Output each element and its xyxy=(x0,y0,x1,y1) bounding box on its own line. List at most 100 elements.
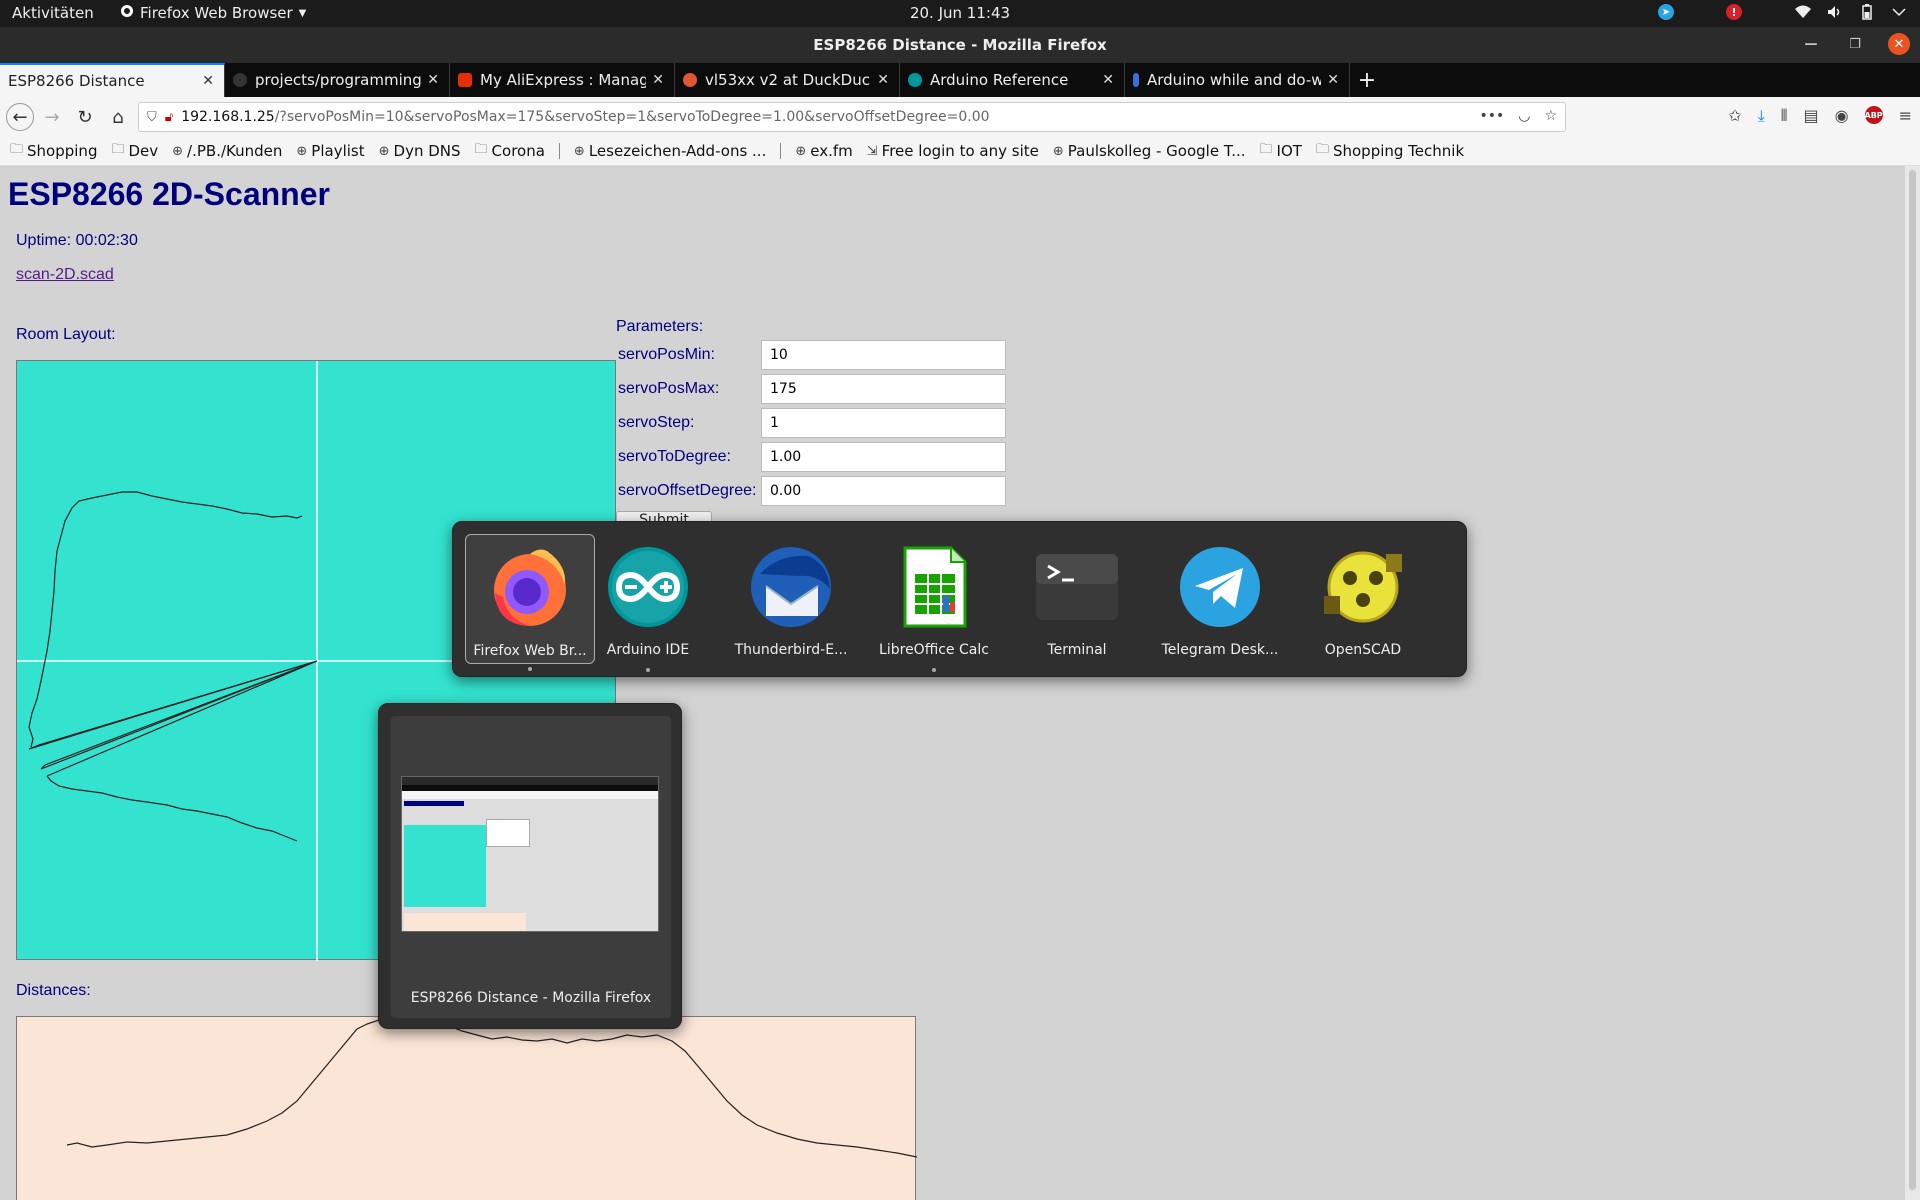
tab-close-icon[interactable]: ✕ xyxy=(652,72,664,88)
tab-aliexpress[interactable]: My AliExpress : Manage O ✕ xyxy=(450,63,675,97)
downloads-icon[interactable]: ⤓ xyxy=(1758,106,1765,126)
bookmark-playlist[interactable]: ⊕ Playlist xyxy=(296,142,364,160)
switcher-app-terminal[interactable]: Terminal xyxy=(1012,534,1142,664)
sidebar-icon[interactable]: ▤ xyxy=(1804,106,1819,126)
servo-step-label: servoStep: xyxy=(618,414,695,431)
pin-icon xyxy=(1133,73,1139,87)
page-actions-icon[interactable]: ••• xyxy=(1479,108,1504,124)
switcher-app-openscad[interactable]: OpenSCAD xyxy=(1298,534,1428,664)
tab-label: My AliExpress : Manage O xyxy=(480,71,646,89)
tab-esp8266-distance[interactable]: ESP8266 Distance ✕ xyxy=(0,63,225,97)
activities-button[interactable]: Aktivitäten xyxy=(12,4,94,22)
param-row-servo-pos-max: servoPosMax: xyxy=(616,374,1006,404)
bookmark-label: ex.fm xyxy=(810,142,853,160)
close-window-button[interactable]: ✕ xyxy=(1888,33,1910,55)
bookmarks-menu-icon[interactable]: ✩ xyxy=(1728,106,1741,126)
param-row-servo-pos-min: servoPosMin: xyxy=(616,340,1006,370)
maximize-button[interactable]: ❐ xyxy=(1844,33,1866,55)
power-menu-icon[interactable] xyxy=(1890,3,1908,21)
volume-icon[interactable] xyxy=(1826,3,1844,21)
bookmark-dev[interactable]: 🗀 Dev xyxy=(111,140,158,162)
tab-close-icon[interactable]: ✕ xyxy=(202,73,214,89)
bookmark-shopping[interactable]: 🗀 Shopping xyxy=(10,140,97,162)
bookmark-label: Free login to any site xyxy=(881,142,1039,160)
tab-arduino-reference[interactable]: Arduino Reference ✕ xyxy=(900,63,1125,97)
clock[interactable]: 20. Jun 11:43 xyxy=(910,4,1010,22)
adblock-icon[interactable]: ABP xyxy=(1865,106,1883,124)
terminal-icon xyxy=(1032,542,1122,632)
tab-arduino-while[interactable]: Arduino while and do-wh ✕ xyxy=(1125,63,1350,97)
servo-offset-degree-input[interactable] xyxy=(761,476,1006,506)
param-row-servo-to-degree: servoToDegree: xyxy=(616,442,1006,472)
page-scrollbar[interactable] xyxy=(1905,166,1920,1200)
servo-pos-min-input[interactable] xyxy=(761,340,1006,370)
window-preview-popup: ESP8266 Distance - Mozilla Firefox xyxy=(378,703,682,1029)
scad-file-link[interactable]: scan-2D.scad xyxy=(16,266,114,284)
window-preview-item[interactable]: ESP8266 Distance - Mozilla Firefox xyxy=(391,716,671,1018)
distances-label: Distances: xyxy=(16,982,91,999)
tab-close-icon[interactable]: ✕ xyxy=(877,72,889,88)
globe-icon: ⊕ xyxy=(378,143,390,159)
switcher-app-telegram[interactable]: Telegram Desk... xyxy=(1155,534,1285,664)
bookmark-label: Lesezeichen-Add-ons ... xyxy=(588,142,767,160)
bookmark-corona[interactable]: 🗀 Corona xyxy=(475,140,545,162)
servo-pos-max-input[interactable] xyxy=(761,374,1006,404)
bookmark-shopping-technik[interactable]: 🗀 Shopping Technik xyxy=(1316,140,1464,162)
tab-label: Arduino Reference xyxy=(930,71,1069,89)
bookmark-label: /.PB./Kunden xyxy=(187,142,283,160)
distances-plot xyxy=(66,1018,918,1158)
bookmark-star-icon[interactable]: ☆ xyxy=(1544,108,1557,124)
bookmark-free-login[interactable]: ⇲ Free login to any site xyxy=(867,142,1039,160)
window-thumbnail xyxy=(401,776,659,932)
bookmark-iot[interactable]: 🗀 IOT xyxy=(1260,140,1302,162)
tab-close-icon[interactable]: ✕ xyxy=(1327,72,1339,88)
account-icon[interactable]: ◉ xyxy=(1835,106,1849,126)
bookmark-kunden[interactable]: ⊕/.PB./Kunden xyxy=(172,142,282,160)
servo-pos-min-label: servoPosMin: xyxy=(618,346,715,363)
bookmark-exfm[interactable]: ⊕ ex.fm xyxy=(795,142,852,160)
servo-step-input[interactable] xyxy=(761,408,1006,438)
back-button[interactable]: ← xyxy=(6,103,34,131)
alert-tray-icon[interactable]: ! xyxy=(1726,4,1742,20)
bookmark-paulskolleg[interactable]: ⊕ Paulskolleg - Google T... xyxy=(1053,142,1246,160)
reload-button[interactable]: ↻ xyxy=(70,102,100,132)
globe-icon: ⊕ xyxy=(795,143,807,159)
folder-icon: 🗀 xyxy=(474,142,488,157)
app-name: Telegram Desk... xyxy=(1161,642,1279,658)
folder-icon: 🗀 xyxy=(1259,142,1273,157)
bookmark-label: Dyn DNS xyxy=(393,142,461,160)
library-icon[interactable]: ⫴ xyxy=(1781,106,1788,126)
app-name: Terminal xyxy=(1047,642,1107,658)
bookmark-lesezeichen[interactable]: ⊕ Lesezeichen-Add-ons ... xyxy=(574,142,766,160)
tab-close-icon[interactable]: ✕ xyxy=(427,72,439,88)
room-outline-bottom xyxy=(46,775,298,842)
minimize-button[interactable]: — xyxy=(1800,33,1822,55)
bookmark-dyn-dns[interactable]: ⊕ Dyn DNS xyxy=(379,142,461,160)
tab-projects-programming[interactable]: projects/programming a ✕ xyxy=(225,63,450,97)
battery-icon[interactable] xyxy=(1858,3,1876,21)
scrollbar-thumb[interactable] xyxy=(1909,170,1916,1190)
uptime-text: Uptime: 00:02:30 xyxy=(16,232,138,249)
switcher-app-arduino[interactable]: Arduino IDE xyxy=(583,534,713,672)
tab-duckduckgo[interactable]: vl53xx v2 at DuckDuckGo ✕ xyxy=(675,63,900,97)
url-bar[interactable]: ⛉ 🔓︎ 192.168.1.25/?servoPosMin=10&servoP… xyxy=(138,102,1566,132)
hamburger-menu-icon[interactable]: ≡ xyxy=(1899,106,1912,126)
tab-close-icon[interactable]: ✕ xyxy=(1102,72,1114,88)
bookmark-label: Corona xyxy=(491,142,545,160)
telegram-tray-icon[interactable]: ➤ xyxy=(1658,4,1674,20)
link-icon: ⇲ xyxy=(866,143,878,159)
servo-to-degree-input[interactable] xyxy=(761,442,1006,472)
home-button[interactable]: ⌂ xyxy=(103,102,133,132)
wifi-icon[interactable] xyxy=(1794,3,1812,21)
switcher-app-thunderbird[interactable]: Thunderbird-E... xyxy=(726,534,856,664)
switcher-app-firefox[interactable]: Firefox Web Br... xyxy=(465,534,595,671)
app-menu[interactable]: Firefox Web Browser ▼ xyxy=(120,4,306,22)
app-name: Firefox Web Br... xyxy=(473,643,587,659)
new-tab-button[interactable]: + xyxy=(1350,63,1384,97)
switcher-app-libreoffice-calc[interactable]: LibreOffice Calc xyxy=(869,534,999,672)
pocket-icon[interactable]: ◡ xyxy=(1518,108,1530,124)
shield-icon[interactable]: ⛉ xyxy=(147,110,157,125)
nav-bar: ← → ↻ ⌂ ⛉ 🔓︎ 192.168.1.25/?servoPosMin=1… xyxy=(0,97,1920,137)
insecure-lock-icon[interactable]: 🔓︎ xyxy=(165,110,173,125)
forward-button[interactable]: → xyxy=(37,102,67,132)
